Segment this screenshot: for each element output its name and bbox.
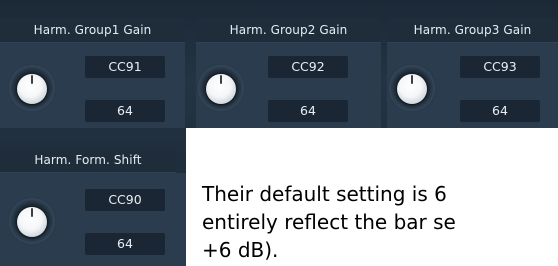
gain-knob[interactable] — [196, 63, 246, 113]
gain-knob[interactable] — [7, 63, 57, 113]
knob-pointer — [411, 75, 413, 84]
module-title: Harm. Group3 Gain — [387, 18, 558, 43]
cc-assignment-box[interactable]: CC93 — [460, 56, 540, 78]
module-title: Harm. Group2 Gain — [196, 18, 381, 43]
value-box[interactable]: 64 — [268, 100, 348, 122]
doc-line: +6 dB). — [202, 238, 279, 262]
module-title: Harm. Group1 Gain — [0, 18, 185, 43]
cc-assignment-box[interactable]: CC91 — [85, 56, 165, 78]
knob-pointer — [31, 208, 33, 217]
doc-line: Their default setting is 6 — [202, 182, 447, 206]
gain-knob[interactable] — [387, 63, 437, 113]
knob-pointer — [31, 75, 33, 84]
knob-pointer — [220, 75, 222, 84]
cc-assignment-box[interactable]: CC90 — [85, 189, 165, 211]
value-box[interactable]: 64 — [85, 100, 165, 122]
cc-assignment-box[interactable]: CC92 — [268, 56, 348, 78]
value-box[interactable]: 64 — [460, 100, 540, 122]
module-title: Harm. Form. Shift — [0, 148, 176, 173]
doc-line: entirely reflect the bar se — [202, 210, 456, 234]
value-box[interactable]: 64 — [85, 233, 165, 255]
shift-knob[interactable] — [7, 196, 57, 246]
document-text: Their default setting is 6 entirely refl… — [202, 180, 558, 264]
